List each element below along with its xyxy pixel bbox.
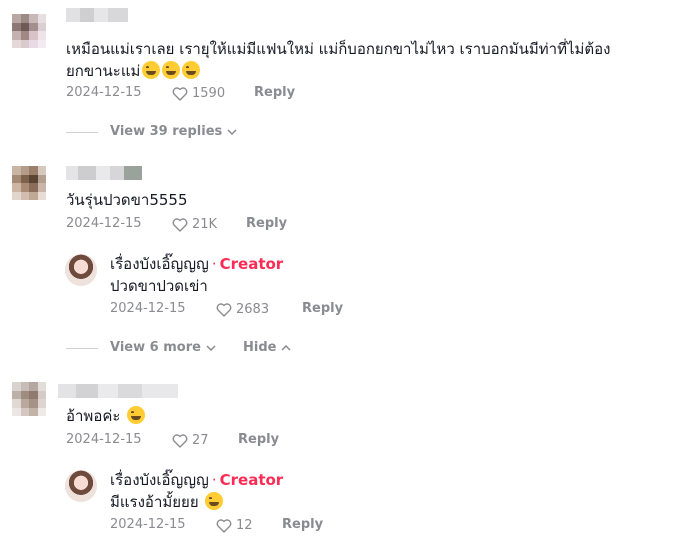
username-blurred[interactable] bbox=[66, 166, 142, 180]
creator-badge: Creator bbox=[219, 255, 284, 273]
laughing-emoji-icon bbox=[142, 61, 161, 79]
reply-button[interactable]: Reply bbox=[254, 84, 295, 102]
reply-text: ปวดขาปวดเข่า bbox=[110, 277, 208, 295]
hide-replies-button[interactable]: Hide bbox=[243, 339, 291, 357]
reply-text: มีแรงอ้ามั้ยยย bbox=[110, 492, 224, 512]
comment-text-line2: ยกขานะแม่ bbox=[66, 61, 201, 81]
comment-text: วันรุ่นปวดขา5555 bbox=[66, 191, 188, 209]
heart-outline-icon bbox=[216, 303, 232, 317]
like-button[interactable]: 2683 bbox=[216, 301, 269, 319]
thread-divider bbox=[66, 348, 98, 349]
rolling-laughing-emoji-icon bbox=[127, 406, 146, 424]
reply-button[interactable]: Reply bbox=[282, 516, 323, 534]
like-count: 27 bbox=[192, 433, 209, 448]
commenter-avatar[interactable] bbox=[12, 14, 46, 48]
reply-button[interactable]: Reply bbox=[302, 300, 343, 318]
comment-text: เหมือนแม่เราเลย เรายุให้แม่มีแฟนใหม่ แม่… bbox=[66, 40, 611, 58]
creator-reply: เรื่องบังเอิ๊ญญญ · Creator มีแรงอ้ามั้ยยย … bbox=[60, 466, 660, 538]
heart-outline-icon bbox=[216, 519, 232, 533]
like-button[interactable]: 21K bbox=[172, 216, 217, 234]
laughing-emoji-icon bbox=[162, 61, 181, 79]
heart-outline-icon bbox=[172, 87, 188, 101]
view-replies-button[interactable]: View 39 replies bbox=[110, 123, 237, 141]
reply-date: 2024-12-15 bbox=[110, 517, 186, 532]
username-blurred[interactable] bbox=[66, 8, 128, 22]
chevron-up-icon bbox=[281, 345, 291, 351]
comment-date: 2024-12-15 bbox=[66, 216, 142, 231]
creator-badge: Creator bbox=[219, 471, 284, 489]
view-more-replies-button[interactable]: View 6 more bbox=[110, 339, 216, 357]
creator-avatar[interactable] bbox=[65, 254, 97, 286]
laughing-emoji-icon bbox=[205, 492, 224, 510]
commenter-avatar[interactable] bbox=[12, 382, 46, 416]
heart-outline-icon bbox=[172, 218, 188, 232]
like-count: 21K bbox=[192, 217, 218, 232]
chevron-down-icon bbox=[227, 129, 237, 135]
thread-divider bbox=[66, 132, 98, 133]
like-button[interactable]: 12 bbox=[216, 517, 253, 535]
commenter-avatar[interactable] bbox=[12, 166, 46, 200]
creator-name[interactable]: เรื่องบังเอิ๊ญญญ · Creator bbox=[110, 470, 283, 490]
heart-outline-icon bbox=[172, 434, 188, 448]
creator-reply: เรื่องบังเอิ๊ญญญ · Creator ปวดขาปวดเข่า 20… bbox=[60, 250, 660, 322]
reply-button[interactable]: Reply bbox=[246, 215, 287, 233]
laughing-emoji-icon bbox=[182, 61, 201, 79]
comment-item: อ้าพอค่ะ 2024-12-15 27 Reply เรื่องบังเอ… bbox=[0, 376, 682, 542]
chevron-down-icon bbox=[206, 345, 216, 351]
username-blurred[interactable] bbox=[58, 384, 178, 398]
comment-date: 2024-12-15 bbox=[66, 432, 142, 447]
reply-button[interactable]: Reply bbox=[238, 431, 279, 449]
like-button[interactable]: 27 bbox=[172, 432, 209, 450]
like-count: 2683 bbox=[236, 302, 270, 317]
comment-date: 2024-12-15 bbox=[66, 85, 142, 100]
reply-date: 2024-12-15 bbox=[110, 301, 186, 316]
like-button[interactable]: 1590 bbox=[172, 85, 225, 103]
like-count: 12 bbox=[236, 518, 253, 533]
like-count: 1590 bbox=[192, 86, 226, 101]
comment-text: อ้าพอค่ะ bbox=[66, 406, 146, 426]
comment-item: เหมือนแม่เราเลย เรายุให้แม่มีแฟนใหม่ แม่… bbox=[0, 0, 682, 150]
creator-avatar[interactable] bbox=[65, 470, 97, 502]
creator-name[interactable]: เรื่องบังเอิ๊ญญญ · Creator bbox=[110, 254, 283, 274]
comment-item: วันรุ่นปวดขา5555 2024-12-15 21K Reply เร… bbox=[0, 160, 682, 360]
